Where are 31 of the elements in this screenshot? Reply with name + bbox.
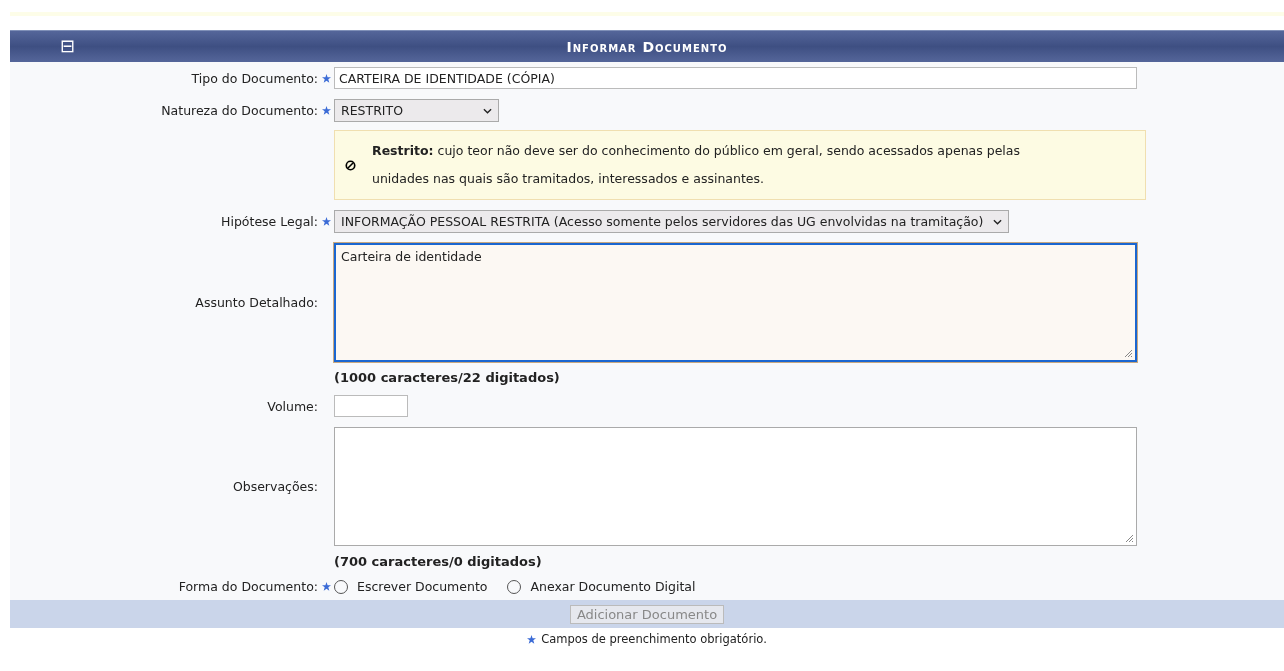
text-area[interactable] [334,427,1137,546]
text-field[interactable] [334,395,408,417]
field-label: Assunto Detalhado: [195,295,318,310]
field-label: Volume: [267,398,318,414]
radio-option[interactable]: Anexar Documento Digital [507,579,696,594]
required-star-icon [321,582,331,591]
field-label: Observações: [232,479,318,494]
note-text: Restrito: cujo teor não deve ser do conhecimento do público em geral, sendo acessados apenas pelas unidades nas quais são tramitados, interessados e assinantes. [372,142,1021,188]
text-field[interactable]: CARTEIRA DE IDENTIDADE (CÓPIA) [334,67,1137,89]
required-star-icon [321,73,331,83]
radio-option[interactable]: Escrever Documento [334,579,488,594]
required-star-icon [527,634,537,644]
required-star-icon [321,217,331,226]
field-label: Natureza do Documento: [161,103,318,118]
character-counter: (700 caracteres/0 digitados) [334,554,542,569]
field-label: Hipótese Legal: [221,214,318,229]
resize-grip-icon [1124,533,1134,543]
collapse-button[interactable]: ⊟ [60,36,76,56]
panel-title: Informar Documento [566,38,728,55]
field-label: Forma do Documento: [178,579,318,594]
resize-grip-icon [1123,348,1133,358]
prohibited-icon [345,159,356,171]
dropdown[interactable]: INFORMAÇÃO PESSOAL RESTRITA (Acesso somente pelos servidores das UG envolvidas na tramitação) [334,210,1010,233]
required-star-icon [321,106,331,115]
dropdown[interactable]: RESTRITO [334,99,499,122]
footnote: Campos de preenchimento obrigatório. [541,632,767,646]
field-label: Tipo do Documento: [191,70,318,86]
chevron-icon [483,107,492,114]
chevron-icon [993,218,1003,225]
text-area[interactable]: Carteira de identidade [334,243,1137,362]
character-counter: (1000 caracteres/22 digitados) [334,370,560,385]
